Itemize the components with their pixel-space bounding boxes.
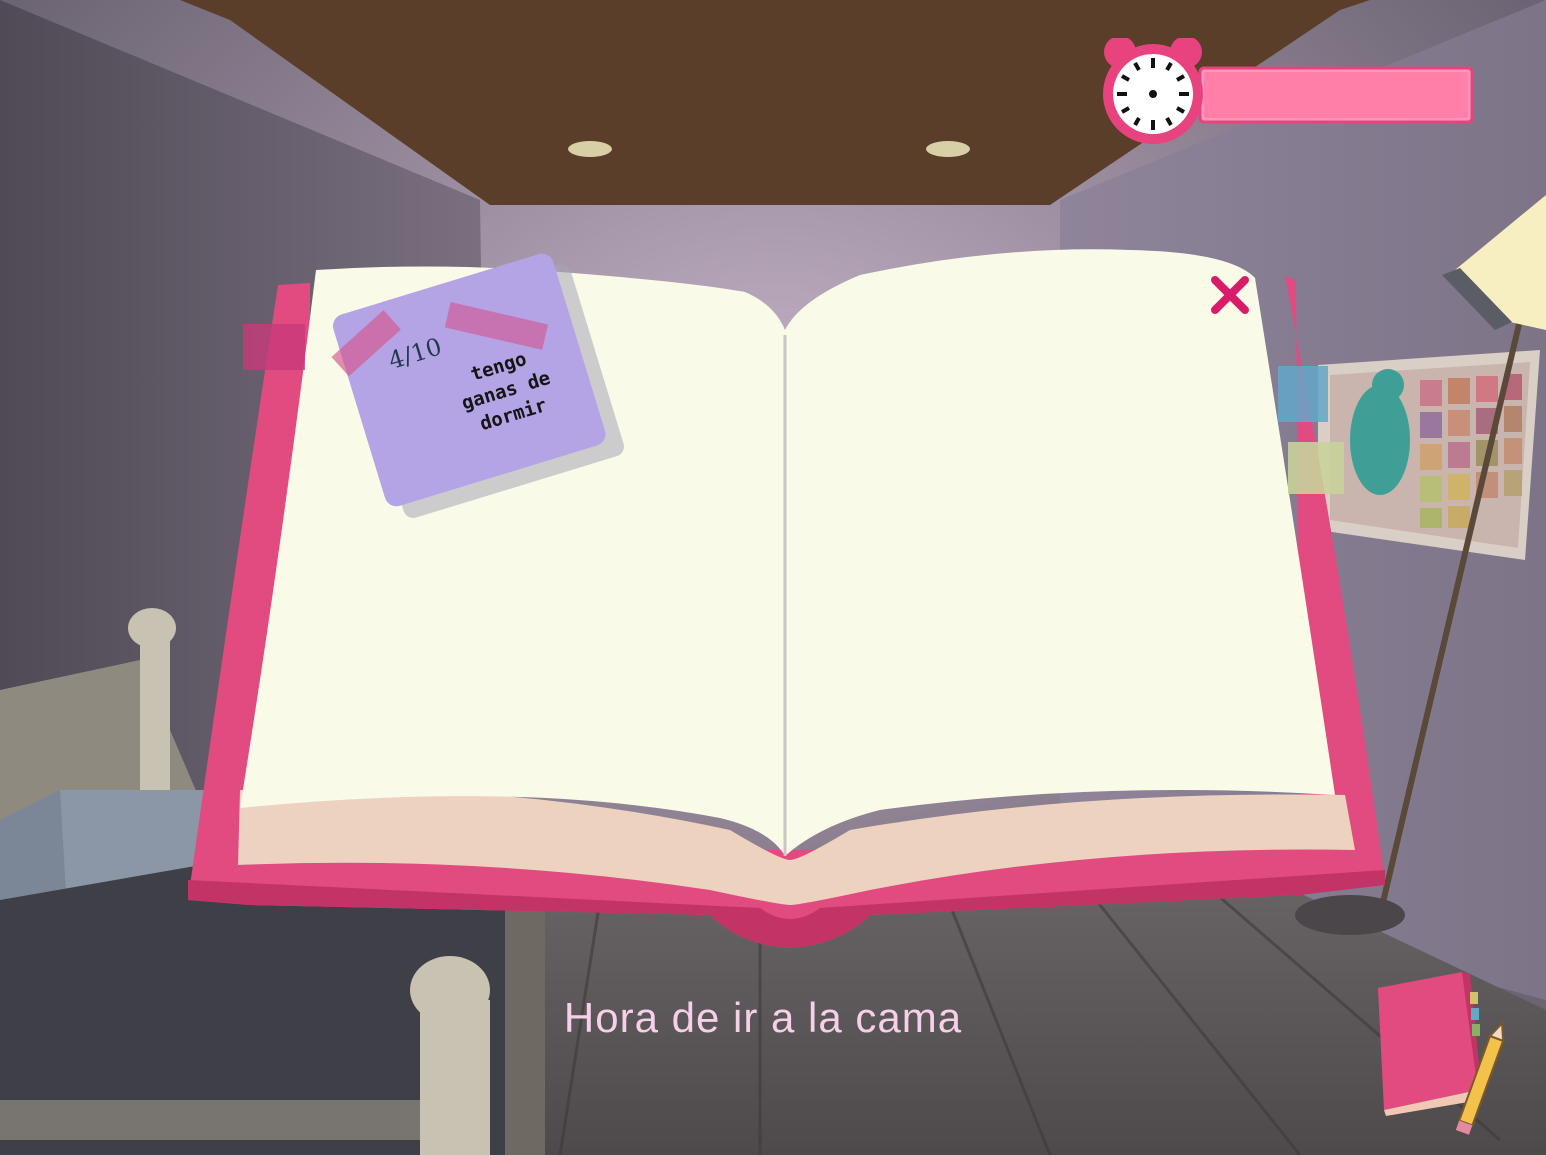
bookmark-tab-green [1288,442,1344,494]
journal-pencil-icon [1378,972,1505,1135]
close-icon [1211,276,1249,314]
tape-left [243,324,305,370]
bedroom-scene [0,0,1546,1155]
time-bar-fill [1204,72,1468,118]
dialogue-subtitle: Hora de ir a la cama [563,994,963,1041]
time-remaining-widget [1100,36,1480,148]
journal-button[interactable] [1370,966,1520,1148]
alarm-clock-icon [1103,36,1203,144]
ceiling-light-right [926,141,970,157]
ceiling-light-left [568,141,612,157]
bookmark-tab-blue [1278,366,1328,422]
close-button[interactable] [1203,268,1257,322]
